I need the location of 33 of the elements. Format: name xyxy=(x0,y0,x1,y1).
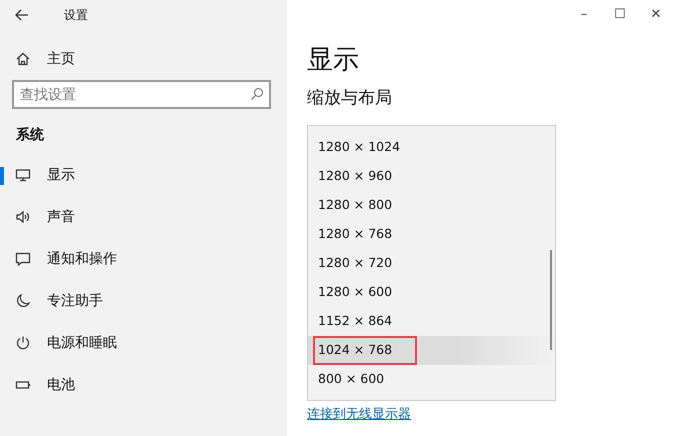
resolution-option[interactable]: 1280 × 960 xyxy=(308,162,555,192)
search-field[interactable]: 查找设置 xyxy=(12,80,271,109)
resolution-option[interactable]: 1152 × 864 xyxy=(308,307,555,336)
back-icon xyxy=(14,6,30,23)
monitor-icon xyxy=(15,167,31,183)
sidebar-item[interactable]: 通知和操作 xyxy=(0,238,287,280)
sidebar-item[interactable]: 专注助手 xyxy=(0,280,287,322)
minimize-button[interactable]: – xyxy=(566,0,602,30)
speaker-icon xyxy=(15,209,31,225)
window-title: 设置 xyxy=(64,7,88,24)
sidebar-item[interactable]: 电源和睡眠 xyxy=(0,322,287,364)
sidebar-item[interactable]: 显示 xyxy=(0,154,287,196)
message-icon xyxy=(15,251,31,267)
section-heading: 系统 xyxy=(15,126,45,145)
search-icon xyxy=(249,86,265,102)
scrollbar[interactable] xyxy=(550,250,552,350)
page-title: 显示 xyxy=(307,44,360,77)
resolution-option[interactable]: 1280 × 800 xyxy=(308,191,555,220)
moon-icon xyxy=(15,293,31,309)
sidebar-item[interactable]: 声音 xyxy=(0,196,287,238)
home-link[interactable]: 主页 xyxy=(0,38,287,80)
maximize-button[interactable]: ☐ xyxy=(602,0,638,30)
resolution-option[interactable]: 1280 × 600 xyxy=(308,278,555,308)
section-heading: 缩放与布局 xyxy=(307,86,393,110)
resolution-option[interactable]: 1280 × 720 xyxy=(308,249,555,278)
resolution-option[interactable]: 1280 × 768 xyxy=(308,220,555,250)
power-icon xyxy=(15,335,31,351)
resolution-option[interactable]: 1280 × 1024 xyxy=(308,133,555,162)
resolution-option[interactable]: 800 × 600 xyxy=(308,365,555,394)
sidebar-item[interactable]: 电池 xyxy=(0,364,287,406)
home-icon xyxy=(15,51,31,67)
wireless-display-link[interactable]: 连接到无线显示器 xyxy=(307,407,411,422)
close-button[interactable]: ✕ xyxy=(638,0,674,30)
